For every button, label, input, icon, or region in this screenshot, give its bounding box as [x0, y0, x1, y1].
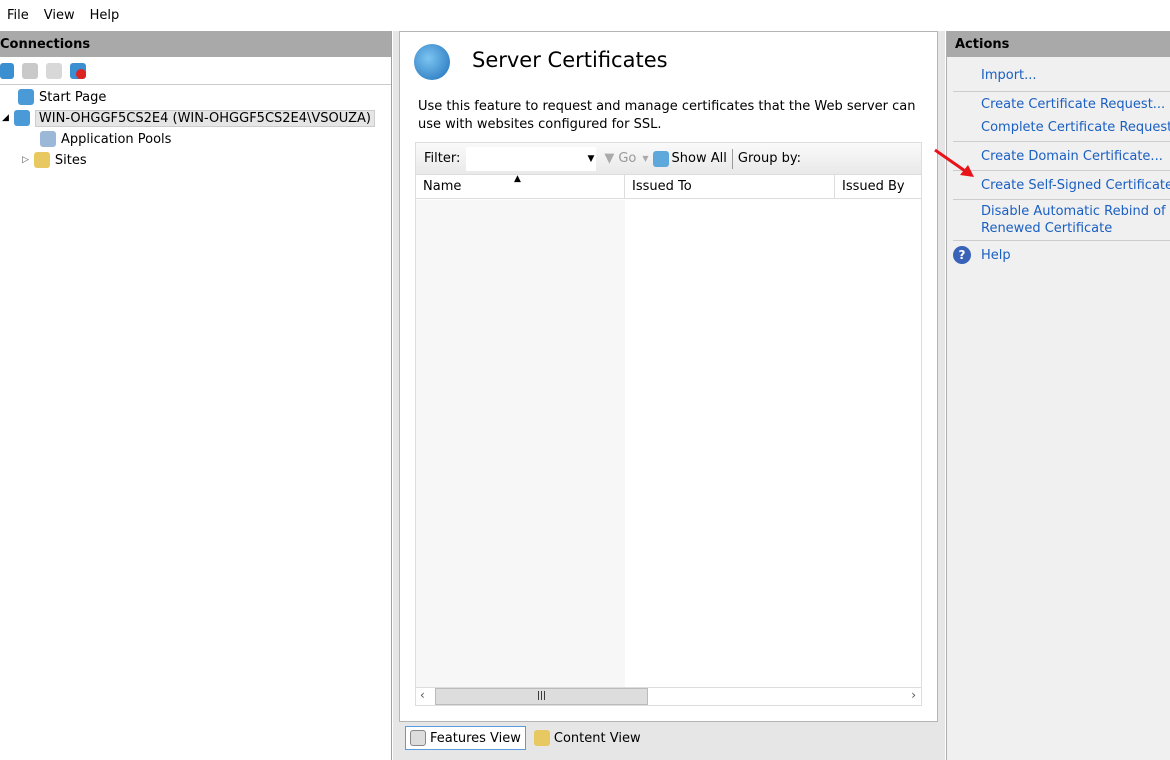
server-icon — [13, 110, 30, 126]
actions-panel: Actions Import... Create Certificate Req… — [946, 31, 1170, 760]
actions-header: Actions — [947, 31, 1170, 57]
scroll-right-icon[interactable]: › — [911, 688, 916, 702]
tree-item-application-pools[interactable]: Application Pools — [40, 129, 171, 149]
disconnect-icon[interactable] — [70, 62, 86, 79]
tree-item-server[interactable]: ◢ WIN-OHGGF5CS2E4 (WIN-OHGGF5CS2E4\VSOUZA… — [2, 108, 375, 128]
tree-label: WIN-OHGGF5CS2E4 (WIN-OHGGF5CS2E4\VSOUZA) — [34, 109, 375, 127]
help-icon: ? — [953, 246, 971, 264]
column-label: Issued To — [632, 179, 692, 194]
filter-label: Filter: — [424, 151, 461, 166]
column-name[interactable]: Name ▲ — [416, 174, 625, 198]
save-icon[interactable] — [22, 62, 38, 79]
action-create-domain-certificate[interactable]: Create Domain Certificate... — [981, 148, 1163, 165]
sort-ascending-icon: ▲ — [514, 174, 521, 184]
page-title: Server Certificates — [472, 48, 668, 72]
filter-toolbar: Filter: ▼ ▼ Go ▼ Show All Group by: — [416, 143, 921, 175]
server-certificates-icon — [414, 44, 450, 80]
start-page-icon — [18, 89, 34, 105]
horizontal-scrollbar[interactable]: ‹ ||| › — [416, 687, 921, 705]
menu-view[interactable]: View — [37, 8, 83, 23]
menu-bar: File View Help — [0, 0, 1170, 30]
column-issued-to[interactable]: Issued To — [625, 175, 835, 198]
column-label: Issued By — [842, 179, 905, 194]
connections-toolbar — [0, 57, 391, 85]
go-dropdown-icon[interactable]: ▼ — [642, 154, 648, 163]
view-tabs: Features View Content View — [405, 726, 645, 750]
certificates-table: Filter: ▼ ▼ Go ▼ Show All Group by: Name… — [415, 142, 922, 706]
page-description: Use this feature to request and manage c… — [418, 99, 916, 132]
tree-label: Start Page — [39, 89, 107, 105]
scroll-thumb[interactable]: ||| — [435, 688, 648, 705]
action-create-certificate-request[interactable]: Create Certificate Request... — [981, 96, 1165, 113]
app-pools-icon — [40, 131, 56, 147]
tree-label: Sites — [54, 152, 87, 168]
action-complete-certificate-request[interactable]: Complete Certificate Request... — [981, 119, 1170, 136]
action-create-self-signed-certificate[interactable]: Create Self-Signed Certificate... — [981, 177, 1170, 194]
tree-item-sites[interactable]: ▷ Sites — [22, 150, 87, 170]
connections-header: Connections — [0, 31, 391, 57]
tab-label: Features View — [430, 730, 521, 746]
tree-item-start-page[interactable]: Start Page — [18, 87, 106, 107]
funnel-icon: ▼ — [604, 151, 615, 166]
features-view-icon — [410, 730, 426, 746]
expanded-icon[interactable]: ◢ — [2, 113, 9, 123]
tab-content-view[interactable]: Content View — [530, 726, 645, 750]
collapsed-icon[interactable]: ▷ — [22, 155, 29, 165]
menu-file[interactable]: File — [0, 8, 37, 23]
column-issued-by[interactable]: Issued By — [835, 175, 921, 198]
table-header: Name ▲ Issued To Issued By — [416, 174, 921, 199]
tab-features-view[interactable]: Features View — [405, 726, 526, 750]
show-all-button[interactable]: Show All — [672, 151, 727, 166]
tree-label: Application Pools — [61, 131, 172, 147]
go-button[interactable]: Go — [618, 151, 636, 166]
red-arrow-annotation — [934, 148, 974, 177]
connect-icon[interactable] — [0, 62, 14, 79]
content-view-icon — [533, 730, 550, 746]
group-by-button[interactable]: Group by: — [738, 151, 801, 166]
divider — [731, 148, 733, 169]
show-all-icon — [652, 150, 669, 167]
action-help[interactable]: Help — [981, 247, 1011, 264]
filter-input[interactable]: ▼ — [466, 146, 597, 171]
connections-panel: Connections Start Page ◢ WIN-OHGGF5CS2E4 … — [0, 31, 392, 760]
scroll-left-icon[interactable]: ‹ — [420, 688, 425, 702]
table-body — [416, 200, 921, 687]
up-icon[interactable] — [46, 62, 62, 79]
sites-icon — [33, 152, 50, 168]
column-label: Name — [423, 179, 462, 194]
action-import[interactable]: Import... — [981, 67, 1037, 84]
tab-label: Content View — [553, 730, 641, 746]
action-disable-automatic-rebind[interactable]: Disable Automatic Rebind of Renewed Cert… — [981, 203, 1166, 237]
menu-help[interactable]: Help — [83, 8, 128, 23]
